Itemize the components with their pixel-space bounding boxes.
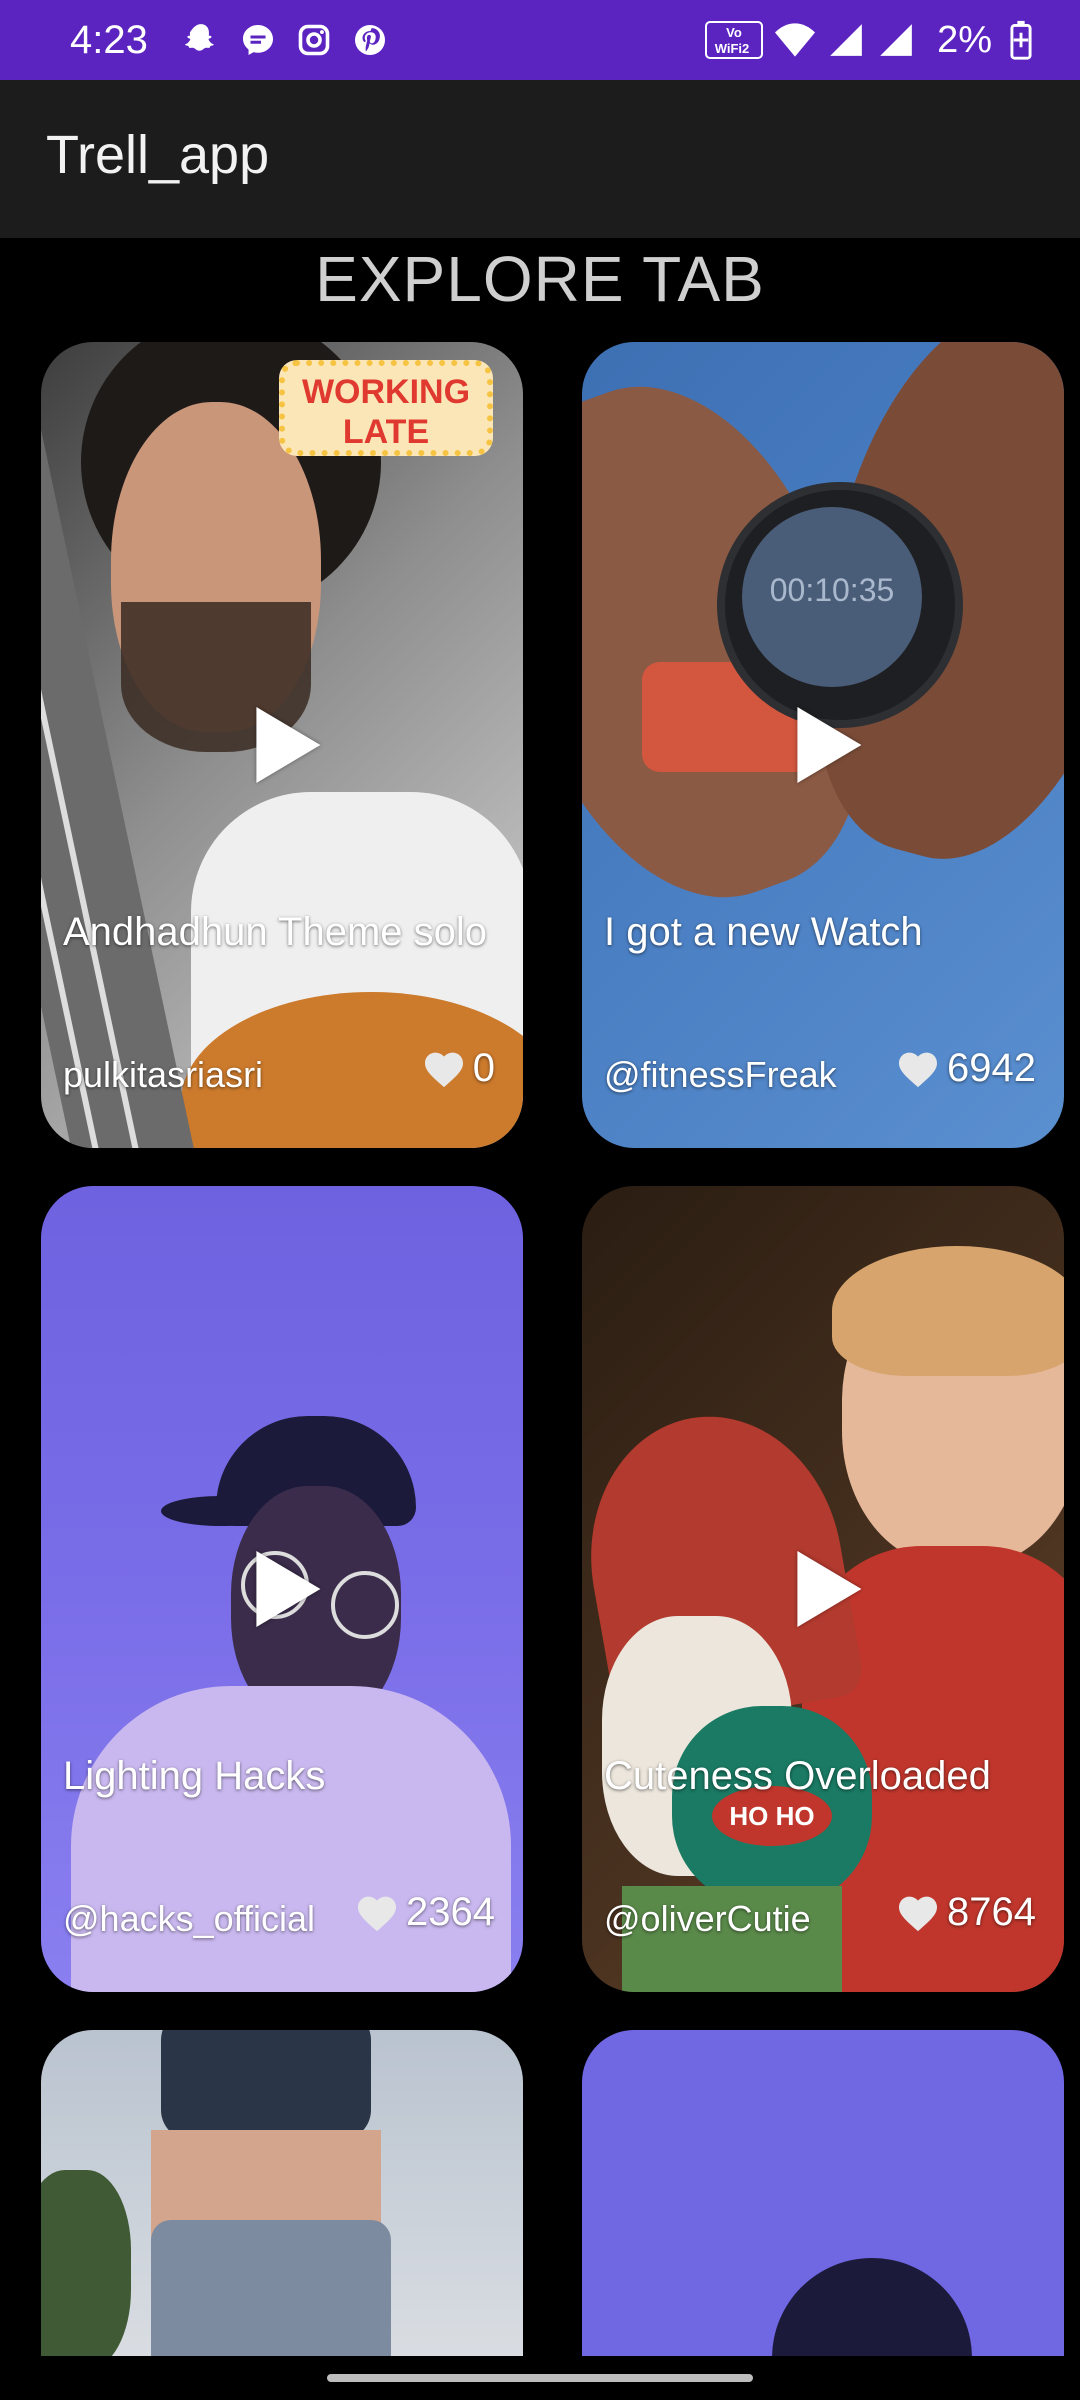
video-caption: Lighting Hacks (63, 1754, 326, 1798)
explore-tab-heading: EXPLORE TAB (315, 243, 765, 315)
signal-icon (830, 24, 862, 56)
heart-icon (899, 1052, 938, 1087)
wifi-icon (775, 23, 816, 57)
like-count[interactable]: 6942 (897, 1046, 1036, 1091)
video-card[interactable]: Lighting Hacks @hacks_official 2364 (41, 1186, 523, 1992)
instagram-icon (298, 24, 330, 56)
sticker-line-1: WORKING (301, 373, 471, 411)
status-time: 4:23 (70, 17, 148, 62)
sticker-line-2: LATE (342, 413, 430, 451)
play-icon[interactable] (797, 1551, 862, 1627)
status-bar: 4:23 Vo WiFi2 2% (0, 0, 1080, 80)
video-card[interactable]: HO HO Cuteness Overloaded @oliverCutie 8… (582, 1186, 1064, 1992)
svg-text:Vo: Vo (726, 25, 742, 40)
like-count[interactable]: 0 (423, 1046, 495, 1091)
app-bar: Trell_app (0, 80, 1080, 238)
like-count-value: 6942 (947, 1046, 1036, 1090)
video-card[interactable] (41, 2030, 523, 2356)
like-count[interactable]: 2364 (356, 1890, 495, 1935)
heart-icon (424, 1052, 463, 1087)
play-icon[interactable] (256, 1551, 321, 1627)
like-count-value: 2364 (406, 1890, 495, 1934)
like-count-value: 0 (472, 1046, 495, 1090)
video-card[interactable]: WORKING LATE Andhadhun Theme solo pulkit… (41, 342, 523, 1148)
watch-display-text: 00:10:35 (769, 572, 895, 608)
signal-icon (880, 24, 912, 56)
pinterest-icon (354, 25, 385, 55)
play-icon[interactable] (256, 707, 321, 783)
video-card[interactable] (582, 2030, 1064, 2356)
video-caption: Andhadhun Theme solo (63, 910, 488, 954)
messenger-icon (242, 25, 273, 55)
vowifi-icon: VoWiFi2 (705, 21, 764, 59)
battery-icon (1010, 20, 1032, 60)
like-count-value: 8764 (947, 1890, 1036, 1934)
snapchat-icon (184, 24, 214, 51)
svg-text:WiFi2: WiFi2 (715, 41, 750, 56)
play-icon[interactable] (797, 707, 862, 783)
video-caption: I got a new Watch (604, 910, 923, 954)
video-card[interactable]: 00:10:35 I got a new Watch @fitnessFreak… (582, 342, 1064, 1148)
video-author[interactable]: @fitnessFreak (604, 1054, 837, 1096)
working-late-sticker: WORKING LATE (279, 360, 493, 456)
battery-percent: 2% (937, 18, 992, 61)
status-left: 4:23 (70, 0, 388, 80)
status-right: Vo WiFi2 2% (705, 0, 1032, 80)
video-author[interactable]: @hacks_official (63, 1898, 315, 1940)
notification-icons (182, 21, 388, 59)
heart-icon (899, 1896, 938, 1931)
app-title: Trell_app (46, 125, 270, 185)
gesture-nav-handle[interactable] (327, 2374, 753, 2382)
like-count[interactable]: 8764 (897, 1890, 1036, 1935)
heart-icon (358, 1896, 397, 1931)
video-author[interactable]: pulkitasriasri (63, 1054, 263, 1096)
video-author[interactable]: @oliverCutie (604, 1898, 811, 1940)
thumbnail-image (582, 2030, 1064, 2356)
thumbnail-image (41, 2030, 523, 2356)
video-caption: Cuteness Overloaded (604, 1754, 991, 1798)
